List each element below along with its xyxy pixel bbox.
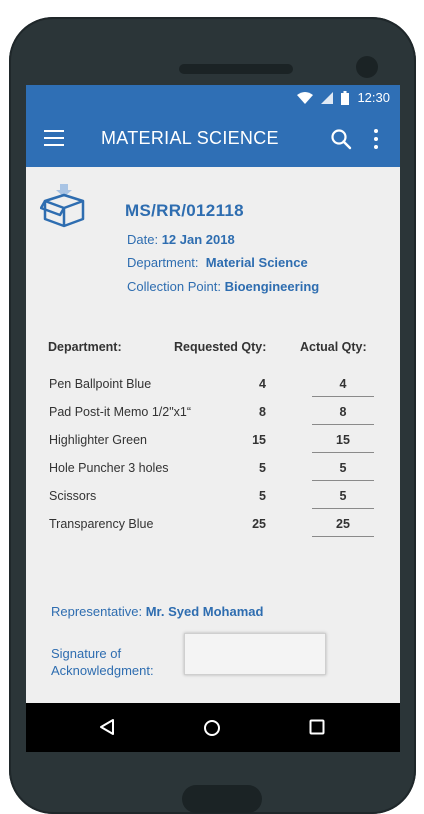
signature-box[interactable] bbox=[184, 633, 326, 675]
document-id: MS/RR/012118 bbox=[125, 201, 244, 220]
signature-label: Signature of Acknowledgment: bbox=[51, 646, 154, 678]
table-row: Hole Puncher 3 holes 5 5 bbox=[26, 461, 400, 489]
requested-qty: 4 bbox=[259, 377, 266, 391]
battery-icon bbox=[341, 90, 350, 105]
date-value: 12 Jan 2018 bbox=[161, 232, 235, 247]
collection-point-value: Bioengineering bbox=[224, 279, 320, 294]
box-icon bbox=[40, 184, 85, 228]
department-label: Department: bbox=[127, 255, 199, 270]
phone-screen: 12:30 MATERIAL SCIENCE MS/RR/012118 Date… bbox=[26, 85, 400, 752]
signal-icon bbox=[321, 91, 334, 104]
more-vert-icon[interactable] bbox=[371, 128, 381, 150]
item-name: Highlighter Green bbox=[49, 433, 147, 447]
actual-qty-underline bbox=[312, 480, 374, 481]
app-bar: MATERIAL SCIENCE bbox=[26, 111, 400, 167]
actual-qty-input[interactable]: 5 bbox=[312, 461, 374, 475]
actual-qty-underline bbox=[312, 452, 374, 453]
earpiece-speaker bbox=[179, 64, 293, 74]
status-bar: 12:30 bbox=[26, 85, 400, 111]
date-label: Date: bbox=[127, 232, 159, 247]
requested-qty: 25 bbox=[252, 517, 266, 531]
table-row: Transparency Blue 25 25 bbox=[26, 517, 400, 545]
actual-qty-underline bbox=[312, 536, 374, 537]
requested-qty-column-header: Requested Qty: bbox=[174, 340, 267, 354]
home-circle-icon[interactable] bbox=[203, 719, 221, 737]
department-value: Material Science bbox=[205, 255, 308, 270]
table-row: Pen Ballpoint Blue 4 4 bbox=[26, 377, 400, 405]
actual-qty-underline bbox=[312, 508, 374, 509]
requisition-content: MS/RR/012118 Date: 12 Jan 2018 Departmen… bbox=[26, 167, 400, 703]
representative-label: Representative: bbox=[51, 604, 143, 619]
back-triangle-icon[interactable] bbox=[99, 718, 115, 736]
requested-qty: 15 bbox=[252, 433, 266, 447]
table-row: Pad Post-it Memo 1/2"x1“ 8 8 bbox=[26, 405, 400, 433]
app-title: MATERIAL SCIENCE bbox=[101, 128, 279, 148]
item-name: Pad Post-it Memo 1/2"x1“ bbox=[49, 405, 191, 419]
item-name: Transparency Blue bbox=[49, 517, 154, 531]
actual-qty-column-header: Actual Qty: bbox=[300, 340, 367, 354]
requested-qty: 8 bbox=[259, 405, 266, 419]
collection-point-line: Collection Point: Bioengineering bbox=[127, 279, 319, 294]
actual-qty-input[interactable]: 8 bbox=[312, 405, 374, 419]
item-name: Scissors bbox=[49, 489, 97, 503]
collection-point-label: Collection Point: bbox=[127, 279, 221, 294]
actual-qty-input[interactable]: 5 bbox=[312, 489, 374, 503]
search-icon[interactable] bbox=[330, 128, 352, 150]
representative-line: Representative: Mr. Syed Mohamad bbox=[51, 604, 263, 619]
recent-square-icon[interactable] bbox=[309, 719, 325, 735]
actual-qty-input[interactable]: 25 bbox=[312, 517, 374, 531]
table-row: Scissors 5 5 bbox=[26, 489, 400, 517]
hamburger-menu-icon[interactable] bbox=[44, 130, 64, 146]
requested-qty: 5 bbox=[259, 489, 266, 503]
department-line: Department: Material Science bbox=[127, 255, 308, 270]
actual-qty-underline bbox=[312, 424, 374, 425]
hardware-home-button[interactable] bbox=[182, 785, 262, 813]
department-column-header: Department: bbox=[48, 340, 122, 354]
status-time: 12:30 bbox=[357, 90, 390, 105]
wifi-icon bbox=[297, 91, 314, 104]
item-name: Hole Puncher 3 holes bbox=[49, 461, 169, 475]
front-camera bbox=[356, 56, 378, 78]
representative-name: Mr. Syed Mohamad bbox=[145, 604, 264, 619]
actual-qty-input[interactable]: 4 bbox=[312, 377, 374, 391]
actual-qty-input[interactable]: 15 bbox=[312, 433, 374, 447]
table-row: Highlighter Green 15 15 bbox=[26, 433, 400, 461]
item-name: Pen Ballpoint Blue bbox=[49, 377, 152, 391]
actual-qty-underline bbox=[312, 396, 374, 397]
requested-qty: 5 bbox=[259, 461, 266, 475]
date-line: Date: 12 Jan 2018 bbox=[127, 232, 235, 247]
navigation-bar bbox=[26, 703, 400, 752]
